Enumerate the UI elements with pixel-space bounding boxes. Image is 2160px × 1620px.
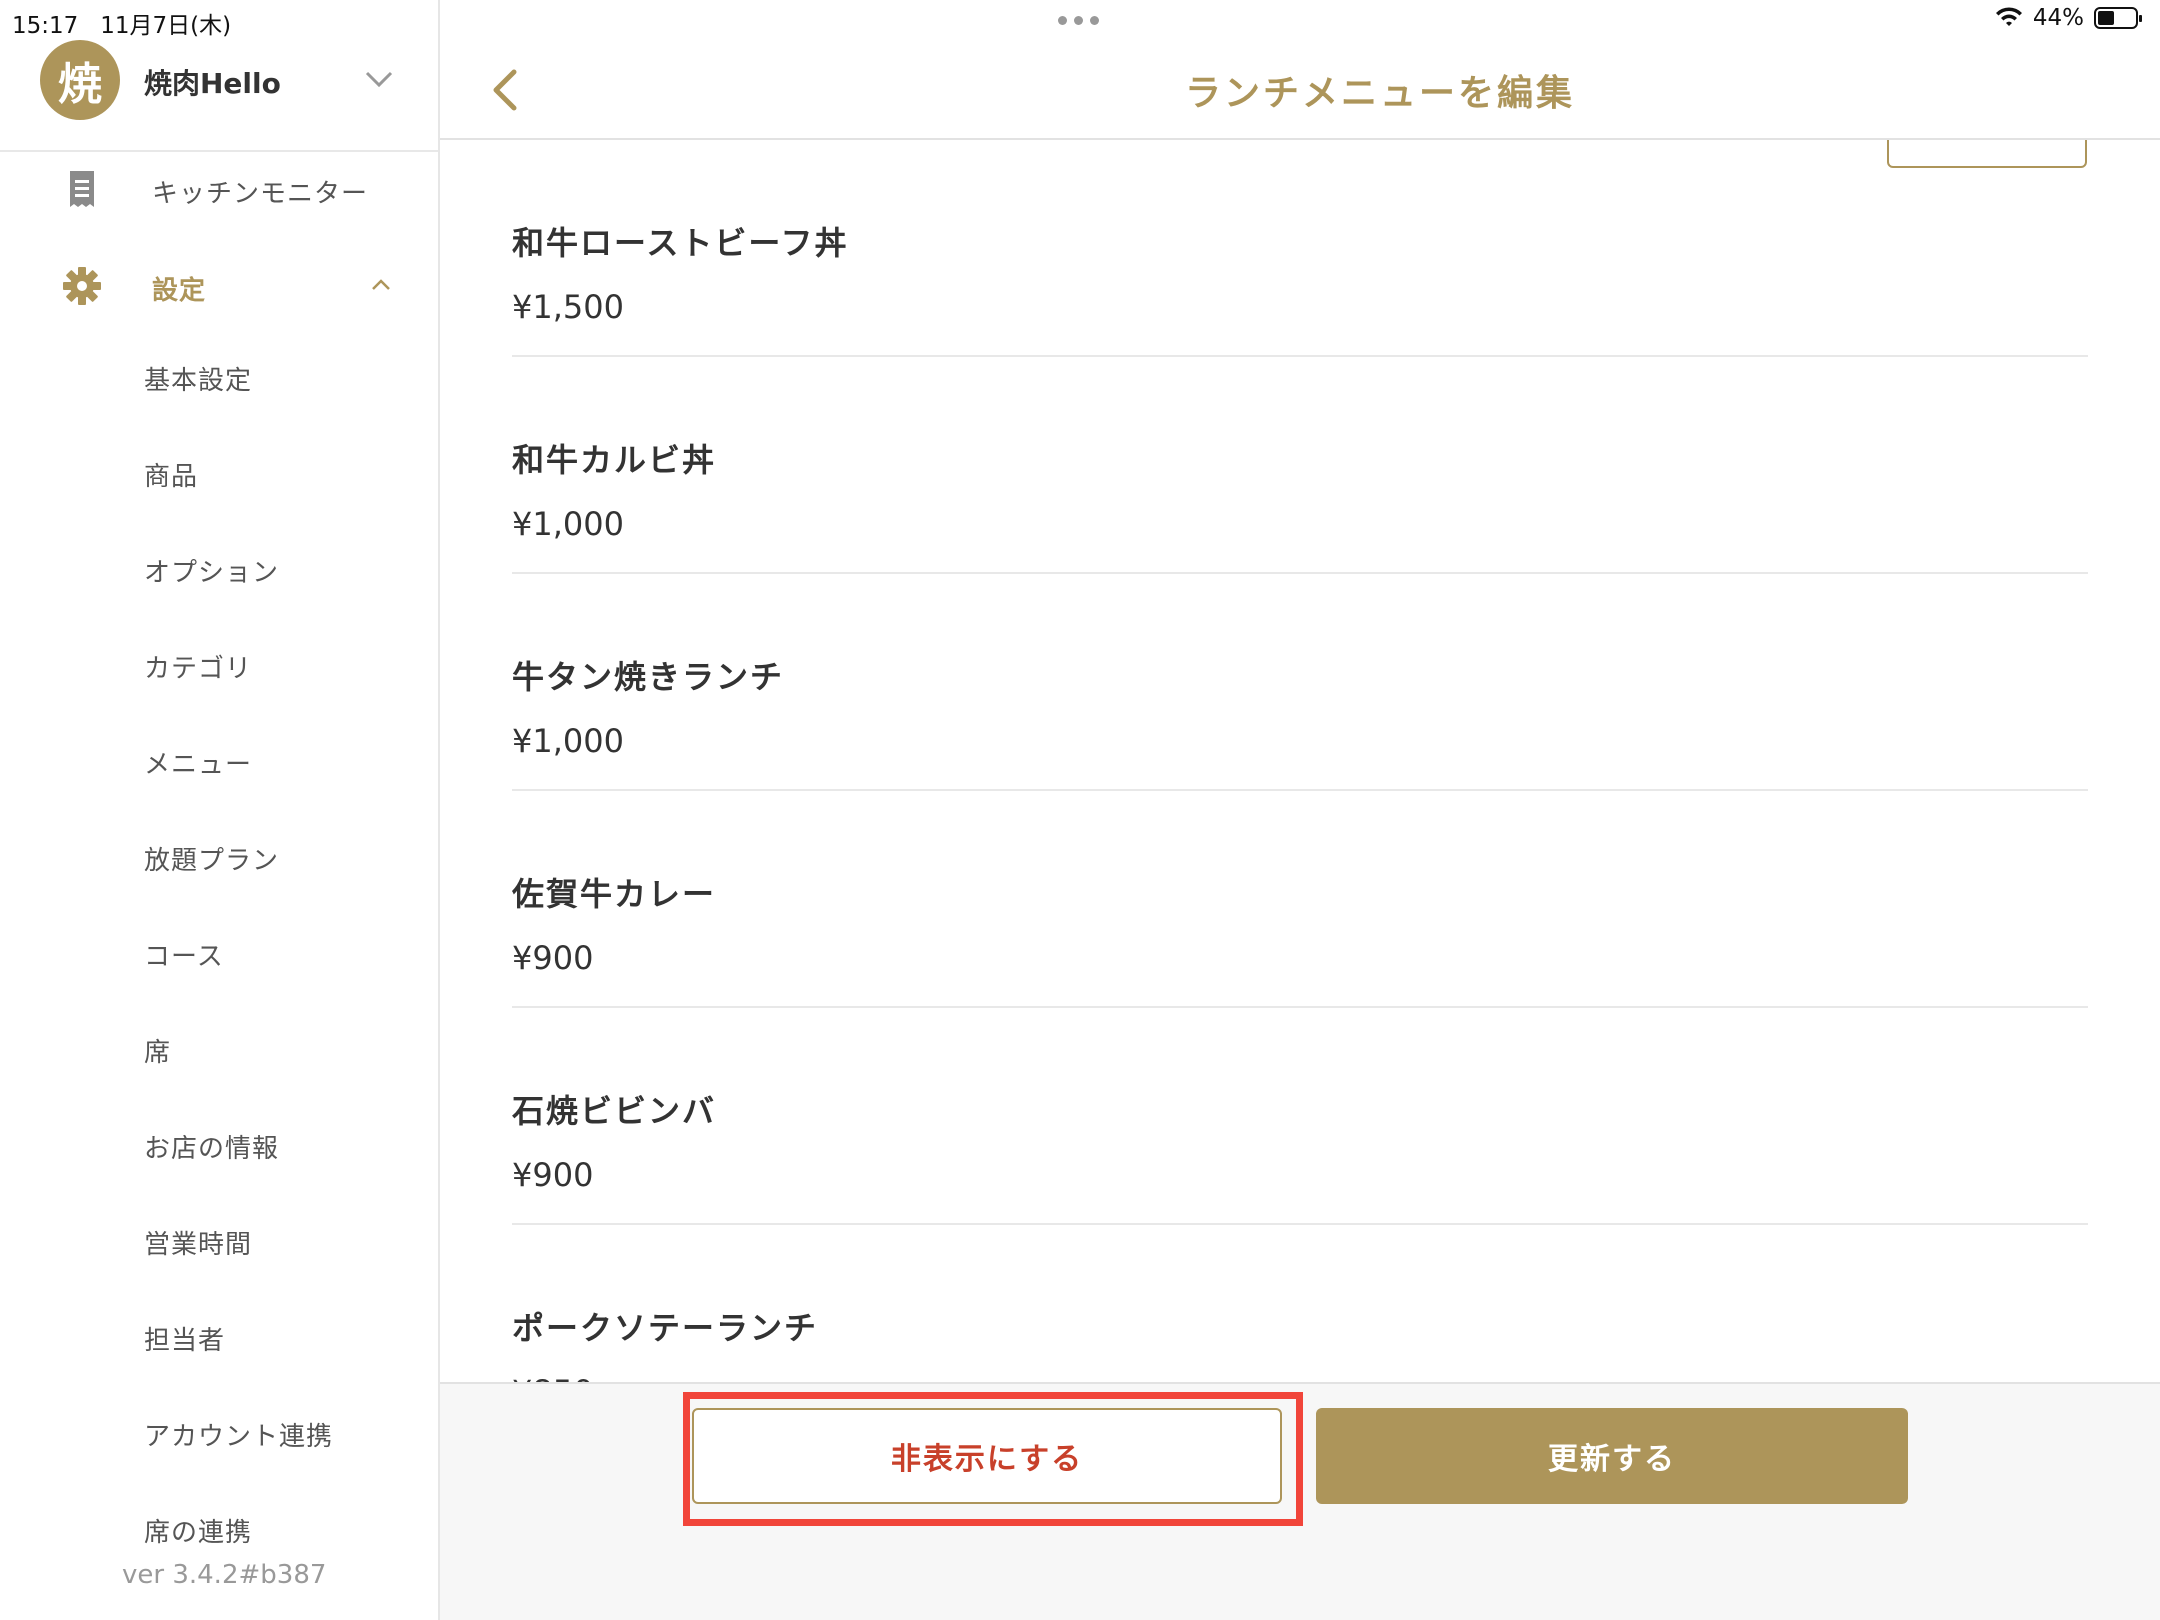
sidebar-item-label: 設定 [152,276,207,306]
status-indicators: 44% [1995,5,2142,31]
sidebar: 焼 焼肉Hello キッチンモニター 設定 基本設定 商品 オプション カテゴリ… [0,0,440,1620]
chevron-down-icon[interactable] [364,64,394,94]
gear-icon [63,267,101,305]
menu-item-price: ¥900 [512,939,594,977]
list-item[interactable]: 石焼ビビンバ ¥900 [512,1008,2088,1225]
shop-switcher[interactable]: 焼 焼肉Hello [0,40,438,152]
menu-item-name: ポークソテーランチ [512,1309,819,1347]
page-title: ランチメニューを編集 [1184,73,1575,114]
sidebar-subitem-menu[interactable]: メニュー [144,745,252,785]
multitasking-dots-icon[interactable] [1058,16,1099,25]
sidebar-subitem-business-hours[interactable]: 営業時間 [144,1225,252,1265]
app-version: ver 3.4.2#b387 [122,1556,422,1594]
menu-item-name: 佐賀牛カレー [512,875,717,913]
action-bar: 非表示にする 更新する [440,1382,2160,1620]
list-item[interactable]: 和牛ローストビーフ丼 ¥1,500 [512,140,2088,357]
sidebar-subitem-seats[interactable]: 席 [144,1033,171,1073]
battery-percent: 44% [2032,5,2084,31]
menu-item-price: ¥1,500 [512,288,624,326]
menu-item-price: ¥900 [512,1156,594,1194]
sidebar-subitem-account-link[interactable]: アカウント連携 [144,1417,333,1457]
chevron-up-icon[interactable] [368,272,394,298]
receipt-icon [70,171,94,207]
update-button[interactable]: 更新する [1316,1408,1908,1504]
menu-item-name: 和牛カルビ丼 [512,441,717,479]
menu-item-name: 和牛ローストビーフ丼 [512,224,849,262]
sidebar-subitem-all-you-can-plans[interactable]: 放題プラン [144,841,279,881]
list-item[interactable]: 和牛カルビ丼 ¥1,000 [512,357,2088,574]
list-item[interactable]: 佐賀牛カレー ¥900 [512,791,2088,1008]
battery-icon [2094,7,2142,29]
wifi-icon [1995,7,2022,26]
sidebar-subitem-options[interactable]: オプション [144,553,279,593]
sidebar-subitem-store-info[interactable]: お店の情報 [144,1129,279,1169]
status-time: 15:17 11月7日(木) [12,13,232,39]
sidebar-subitem-courses[interactable]: コース [144,937,224,977]
menu-item-name: 石焼ビビンバ [512,1092,717,1130]
menu-item-name: 牛タン焼きランチ [512,658,785,696]
sidebar-item-kitchen-monitor[interactable]: キッチンモニター [0,153,438,223]
menu-item-price: ¥850 [512,1373,593,1382]
status-bar: 15:17 11月7日(木) 44% [0,0,2160,40]
sidebar-item-label: キッチンモニター [152,179,369,209]
main-content: ランチメニューを編集 和牛ローストビーフ丼 ¥1,500 和牛カルビ丼 ¥1,0… [440,0,2160,1620]
sidebar-subitem-staff[interactable]: 担当者 [144,1321,225,1361]
sidebar-subitem-basic-settings[interactable]: 基本設定 [144,361,252,401]
list-item[interactable]: 牛タン焼きランチ ¥1,000 [512,574,2088,791]
hide-button[interactable]: 非表示にする [692,1408,1282,1504]
sidebar-subitem-products[interactable]: 商品 [144,457,198,497]
sidebar-item-settings[interactable]: 設定 [0,250,438,320]
avatar: 焼 [40,40,120,120]
navigation-bar: ランチメニューを編集 [440,40,2160,140]
menu-item-price: ¥1,000 [512,722,624,760]
menu-item-list[interactable]: 和牛ローストビーフ丼 ¥1,500 和牛カルビ丼 ¥1,000 牛タン焼きランチ… [440,140,2160,1382]
menu-item-price: ¥1,000 [512,505,624,543]
shop-name: 焼肉Hello [144,67,281,100]
sidebar-subitem-categories[interactable]: カテゴリ [144,649,252,689]
status-date: 11月7日(木) [100,13,232,39]
list-item[interactable]: ポークソテーランチ ¥850 [512,1225,2088,1382]
